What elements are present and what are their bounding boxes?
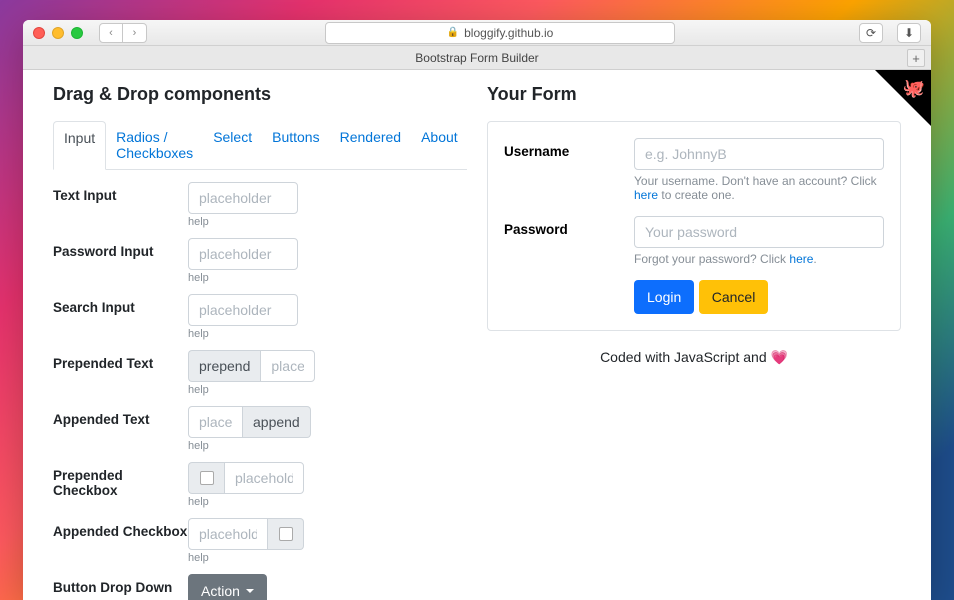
help-text: help (188, 216, 467, 228)
checkbox[interactable] (279, 527, 293, 541)
prepend-addon: prepend (188, 350, 260, 382)
action-dropdown-button[interactable]: Action (188, 574, 267, 600)
field-prepended-text[interactable]: Prepended Text prepend help (53, 350, 467, 396)
close-window-button[interactable] (33, 27, 45, 39)
prepend-checkbox-addon (188, 462, 224, 494)
browser-window: ‹ › 🔒 bloggify.github.io ⟳ ⬇ Bootstrap F… (23, 20, 931, 600)
label-prepended-checkbox: Prepended Checkbox (53, 462, 188, 498)
caret-down-icon (246, 589, 254, 597)
label-text-input: Text Input (53, 182, 188, 203)
username-input[interactable] (634, 138, 884, 170)
tab-rendered[interactable]: Rendered (330, 121, 412, 169)
tab-bar: Bootstrap Form Builder + (23, 46, 931, 70)
components-heading: Drag & Drop components (53, 84, 467, 105)
form-panel: Your Form Username Your username. Don't … (487, 84, 901, 600)
form-card: Username Your username. Don't have an ac… (487, 121, 901, 331)
lock-icon: 🔒 (447, 27, 459, 38)
reload-button[interactable]: ⟳ (859, 23, 883, 43)
label-button-dropdown: Button Drop Down (53, 574, 188, 595)
components-panel: Drag & Drop components Input Radios / Ch… (53, 84, 467, 600)
window-controls (33, 27, 83, 39)
back-button[interactable]: ‹ (99, 23, 123, 43)
cancel-button[interactable]: Cancel (699, 280, 769, 314)
forward-button[interactable]: › (123, 23, 147, 43)
help-text: help (188, 440, 467, 452)
append-checkbox-addon (268, 518, 304, 550)
footer-text: Coded with JavaScript and 💗 (487, 349, 901, 366)
appended-checkbox-input[interactable] (188, 518, 268, 550)
minimize-window-button[interactable] (52, 27, 64, 39)
field-appended-checkbox[interactable]: Appended Checkbox help (53, 518, 467, 564)
maximize-window-button[interactable] (71, 27, 83, 39)
field-password-input[interactable]: Password Input help (53, 238, 467, 284)
label-appended-checkbox: Appended Checkbox (53, 518, 188, 539)
field-button-dropdown[interactable]: Button Drop Down Action (53, 574, 467, 600)
form-actions: Login Cancel (634, 280, 884, 314)
field-username: Username Your username. Don't have an ac… (504, 138, 884, 202)
tab-radios-checkboxes[interactable]: Radios / Checkboxes (106, 121, 203, 169)
append-addon: append (243, 406, 311, 438)
password-input[interactable] (188, 238, 298, 270)
help-text: help (188, 552, 467, 564)
titlebar: ‹ › 🔒 bloggify.github.io ⟳ ⬇ (23, 20, 931, 46)
label-search-input: Search Input (53, 294, 188, 315)
login-button[interactable]: Login (634, 280, 694, 314)
nav-buttons: ‹ › (99, 23, 147, 43)
password-label: Password (504, 216, 634, 266)
tab-buttons[interactable]: Buttons (262, 121, 329, 169)
appended-input[interactable] (188, 406, 243, 438)
tab-about[interactable]: About (411, 121, 468, 169)
prepended-checkbox-input[interactable] (224, 462, 304, 494)
password-field[interactable] (634, 216, 884, 248)
field-password: Password Forgot your password? Click her… (504, 216, 884, 266)
github-icon: 🐙 (903, 78, 925, 99)
search-input[interactable] (188, 294, 298, 326)
label-password-input: Password Input (53, 238, 188, 259)
tab-select[interactable]: Select (203, 121, 262, 169)
username-hint: Your username. Don't have an account? Cl… (634, 174, 884, 202)
field-text-input[interactable]: Text Input help (53, 182, 467, 228)
field-appended-text[interactable]: Appended Text append help (53, 406, 467, 452)
url-bar[interactable]: 🔒 bloggify.github.io (325, 22, 675, 44)
help-text: help (188, 384, 467, 396)
new-tab-button[interactable]: + (907, 49, 925, 67)
checkbox[interactable] (200, 471, 214, 485)
help-text: help (188, 272, 467, 284)
page-content: 🐙 Drag & Drop components Input Radios / … (23, 70, 931, 600)
field-prepended-checkbox[interactable]: Prepended Checkbox help (53, 462, 467, 508)
username-label: Username (504, 138, 634, 202)
password-hint: Forgot your password? Click here. (634, 252, 884, 266)
component-tabs: Input Radios / Checkboxes Select Buttons… (53, 121, 467, 170)
tab-input[interactable]: Input (53, 121, 106, 170)
dropdown-label: Action (201, 583, 240, 599)
help-text: help (188, 496, 467, 508)
tab-title[interactable]: Bootstrap Form Builder (415, 51, 538, 65)
text-input[interactable] (188, 182, 298, 214)
downloads-button[interactable]: ⬇ (897, 23, 921, 43)
forgot-password-link[interactable]: here (789, 252, 813, 266)
label-prepended-text: Prepended Text (53, 350, 188, 371)
label-appended-text: Appended Text (53, 406, 188, 427)
url-text: bloggify.github.io (464, 26, 553, 40)
create-account-link[interactable]: here (634, 188, 658, 202)
help-text: help (188, 328, 467, 340)
prepended-input[interactable] (260, 350, 315, 382)
field-search-input[interactable]: Search Input help (53, 294, 467, 340)
form-heading: Your Form (487, 84, 901, 105)
